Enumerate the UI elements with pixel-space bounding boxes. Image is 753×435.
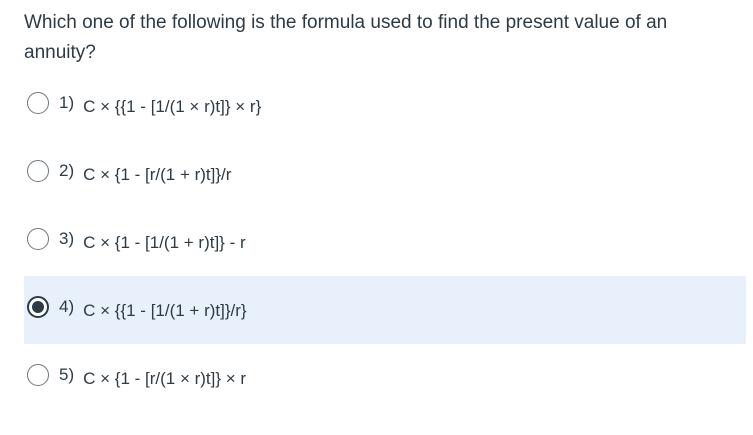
radio-button-2[interactable] — [27, 160, 49, 182]
question-text: Which one of the following is the formul… — [24, 12, 668, 63]
answer-option-5[interactable]: 5) C × {1 - [r/(1 × r)t]} × r — [24, 344, 746, 412]
answer-number: 2) — [59, 161, 75, 180]
answer-list: 1) C × {{1 - [1/(1 × r)t]} × r} 2) C × {… — [24, 72, 746, 412]
radio-button-5[interactable] — [27, 364, 49, 386]
answer-formula: C × {{1 - [1/(1 × r)t]} × r} — [83, 97, 262, 116]
radio-selected-dot — [32, 301, 44, 313]
answer-formula: C × {{1 - [1/(1 + r)t]}/r} — [83, 301, 247, 320]
answer-number: 4) — [59, 297, 75, 316]
radio-button-3[interactable] — [27, 228, 49, 250]
radio-button-1[interactable] — [27, 92, 49, 114]
answer-option-1[interactable]: 1) C × {{1 - [1/(1 × r)t]} × r} — [24, 72, 746, 140]
answer-number: 1) — [59, 93, 75, 112]
answer-option-2[interactable]: 2) C × {1 - [r/(1 + r)t]}/r — [24, 140, 746, 208]
answer-option-4[interactable]: 4) C × {{1 - [1/(1 + r)t]}/r} — [24, 276, 746, 344]
answer-number: 3) — [59, 229, 75, 248]
answer-number: 5) — [59, 365, 75, 384]
answer-formula: C × {1 - [r/(1 + r)t]}/r — [83, 165, 232, 184]
answer-option-3[interactable]: 3) C × {1 - [1/(1 + r)t]} - r — [24, 208, 746, 276]
radio-button-4[interactable] — [27, 296, 49, 318]
answer-formula: C × {1 - [1/(1 + r)t]} - r — [83, 233, 246, 252]
answer-formula: C × {1 - [r/(1 × r)t]} × r — [83, 369, 247, 388]
